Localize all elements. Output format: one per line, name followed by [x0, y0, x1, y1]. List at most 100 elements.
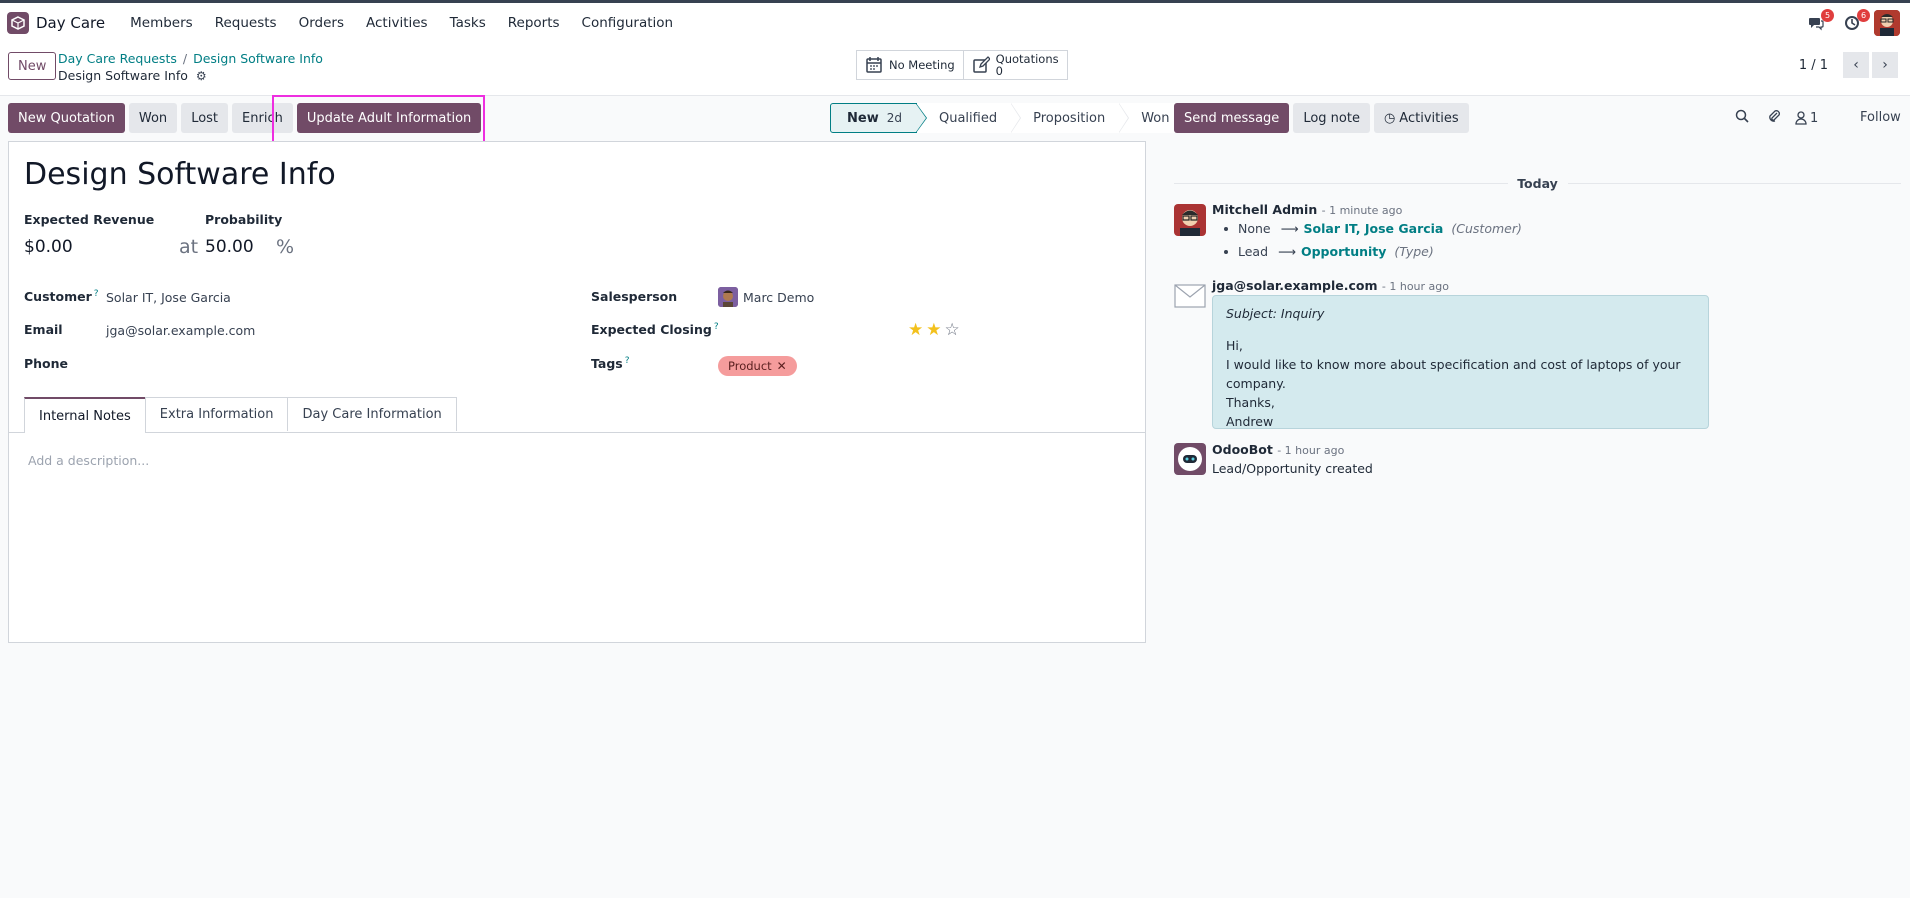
envelope-icon [1174, 284, 1206, 316]
phone-field[interactable] [106, 356, 546, 374]
record-title[interactable]: Design Software Info [24, 157, 336, 192]
breadcrumb-separator: / [182, 51, 188, 66]
stage-proposition[interactable]: Proposition [1011, 103, 1130, 133]
help-tooltip[interactable]: ? [625, 356, 630, 366]
author-name[interactable]: jga@solar.example.com [1212, 278, 1378, 293]
enrich-button[interactable]: Enrich [232, 103, 293, 133]
won-button[interactable]: Won [128, 103, 178, 133]
menu-requests[interactable]: Requests [204, 15, 288, 31]
activities-button[interactable]: 6 [1838, 9, 1870, 37]
stage-new[interactable]: New 2d [830, 103, 927, 133]
tab-day-care-information[interactable]: Day Care Information [287, 397, 457, 431]
star-filled-icon[interactable]: ★ [908, 320, 923, 340]
help-tooltip[interactable]: ? [94, 289, 99, 299]
tab-extra-information[interactable]: Extra Information [144, 397, 289, 431]
probability-field[interactable]: 50.00 [205, 237, 254, 257]
description-editor[interactable]: Add a description... [28, 453, 149, 468]
star-empty-icon[interactable]: ☆ [945, 320, 960, 340]
gear-icon[interactable]: ⚙ [196, 69, 207, 83]
send-message-button[interactable]: Send message [1174, 103, 1290, 133]
email-line: Andrew [1226, 414, 1274, 429]
field-name: (Customer) [1451, 221, 1522, 236]
user-avatar[interactable] [1874, 10, 1900, 36]
person-icon [1795, 111, 1807, 125]
update-adult-information-button[interactable]: Update Adult Information [296, 103, 482, 133]
tag-product[interactable]: Product ✕ [718, 356, 797, 376]
tracking-value: Lead ⟶ Opportunity (Type) [1224, 244, 1434, 259]
phone-label: Phone [24, 356, 69, 371]
mitchell-admin-avatar[interactable] [1174, 204, 1206, 236]
menu-reports[interactable]: Reports [497, 15, 571, 31]
salesperson-avatar [718, 287, 738, 307]
activities-button[interactable]: ◷ Activities [1373, 103, 1469, 133]
breadcrumb: Day Care Requests / Design Software Info D… [58, 51, 323, 83]
customer-label: Customer? [24, 289, 99, 304]
menu-members[interactable]: Members [119, 15, 204, 31]
follow-button[interactable]: Follow [1860, 110, 1901, 125]
followers-count: 1 [1810, 110, 1819, 126]
salesperson-field[interactable]: Marc Demo [743, 290, 814, 305]
previous-record-button[interactable]: ‹ [1843, 52, 1869, 78]
menu-orders[interactable]: Orders [288, 15, 355, 31]
menu-activities[interactable]: Activities [355, 15, 439, 31]
expected-closing-label: Expected Closing? [591, 322, 719, 337]
pager: 1 / 1 ‹ › [1799, 52, 1898, 78]
new-record-button[interactable]: New [8, 52, 57, 80]
author-name[interactable]: Mitchell Admin [1212, 202, 1317, 217]
menu-tasks[interactable]: Tasks [439, 15, 497, 31]
lost-button[interactable]: Lost [181, 103, 229, 133]
expected-revenue-label: Expected Revenue [24, 212, 155, 227]
messages-button[interactable]: 5 [1802, 9, 1834, 37]
quotations-smart-button[interactable]: Quotations 0 [963, 50, 1068, 80]
message-time: - 1 minute ago [1321, 204, 1403, 217]
email-line: I would like to know more about specific… [1226, 357, 1681, 391]
paperclip-icon[interactable] [1767, 109, 1781, 127]
email-message-bubble: Subject: Inquiry Hi, I would like to kno… [1212, 295, 1709, 429]
message-body: Lead/Opportunity created [1212, 461, 1373, 476]
star-filled-icon[interactable]: ★ [926, 320, 941, 340]
arrow-right-icon: ⟶ [1280, 221, 1299, 236]
current-record-name: Design Software Info [58, 68, 188, 83]
app-name[interactable]: Day Care [36, 14, 105, 32]
customer-field[interactable]: Solar IT, Jose Garcia [106, 290, 231, 305]
menu-configuration[interactable]: Configuration [571, 15, 685, 31]
expected-closing-field[interactable] [718, 322, 888, 340]
tab-internal-notes[interactable]: Internal Notes [24, 397, 146, 433]
quotations-count: 0 [995, 64, 1003, 78]
stage-qualified[interactable]: Qualified [916, 103, 1022, 133]
remove-tag-icon[interactable]: ✕ [777, 359, 787, 373]
stage-arrow-fill [1011, 104, 1021, 132]
search-icon[interactable] [1735, 109, 1749, 127]
followers-button[interactable]: 1 [1795, 111, 1818, 126]
tracking-value: None ⟶ Solar IT, Jose Garcia (Customer) [1224, 221, 1522, 236]
pager-value[interactable]: 1 / 1 [1799, 58, 1828, 73]
breadcrumb-design-software-info[interactable]: Design Software Info [193, 51, 323, 66]
stage-proposition-label: Proposition [1033, 110, 1106, 126]
log-note-button[interactable]: Log note [1293, 103, 1370, 133]
probability-label: Probability [205, 212, 283, 227]
message-author: Mitchell Admin - 1 minute ago [1212, 202, 1402, 217]
old-value: Lead [1238, 244, 1269, 259]
date-divider-today: Today [1517, 176, 1558, 191]
new-quotation-button[interactable]: New Quotation [8, 103, 125, 133]
new-value: Opportunity [1300, 244, 1387, 259]
odoobot-avatar[interactable] [1174, 443, 1206, 475]
meeting-smart-button[interactable]: No Meeting [856, 50, 964, 80]
breadcrumb-day-care-requests[interactable]: Day Care Requests [58, 51, 177, 66]
stage-qualified-label: Qualified [938, 110, 998, 126]
navbar: Day Care Members Requests Orders Activit… [0, 3, 1910, 43]
chevron-left-icon: ‹ [1853, 57, 1859, 73]
author-name[interactable]: OdooBot [1212, 442, 1273, 457]
expected-revenue-field[interactable]: $0.00 [24, 237, 73, 257]
email-field[interactable]: jga@solar.example.com [106, 323, 255, 338]
email-subject: Subject: Inquiry [1226, 306, 1325, 321]
expected-closing-label-text: Expected Closing [591, 322, 712, 338]
message-author: jga@solar.example.com - 1 hour ago [1212, 278, 1449, 293]
smart-buttons: No Meeting Quotations 0 [856, 50, 1068, 80]
stage-duration: 2d [886, 111, 902, 125]
next-record-button[interactable]: › [1872, 52, 1898, 78]
email-line: Thanks, [1226, 395, 1275, 410]
field-name: (Type) [1394, 244, 1434, 259]
salesperson-label: Salesperson [591, 289, 678, 304]
app-logo-icon[interactable] [7, 12, 29, 34]
